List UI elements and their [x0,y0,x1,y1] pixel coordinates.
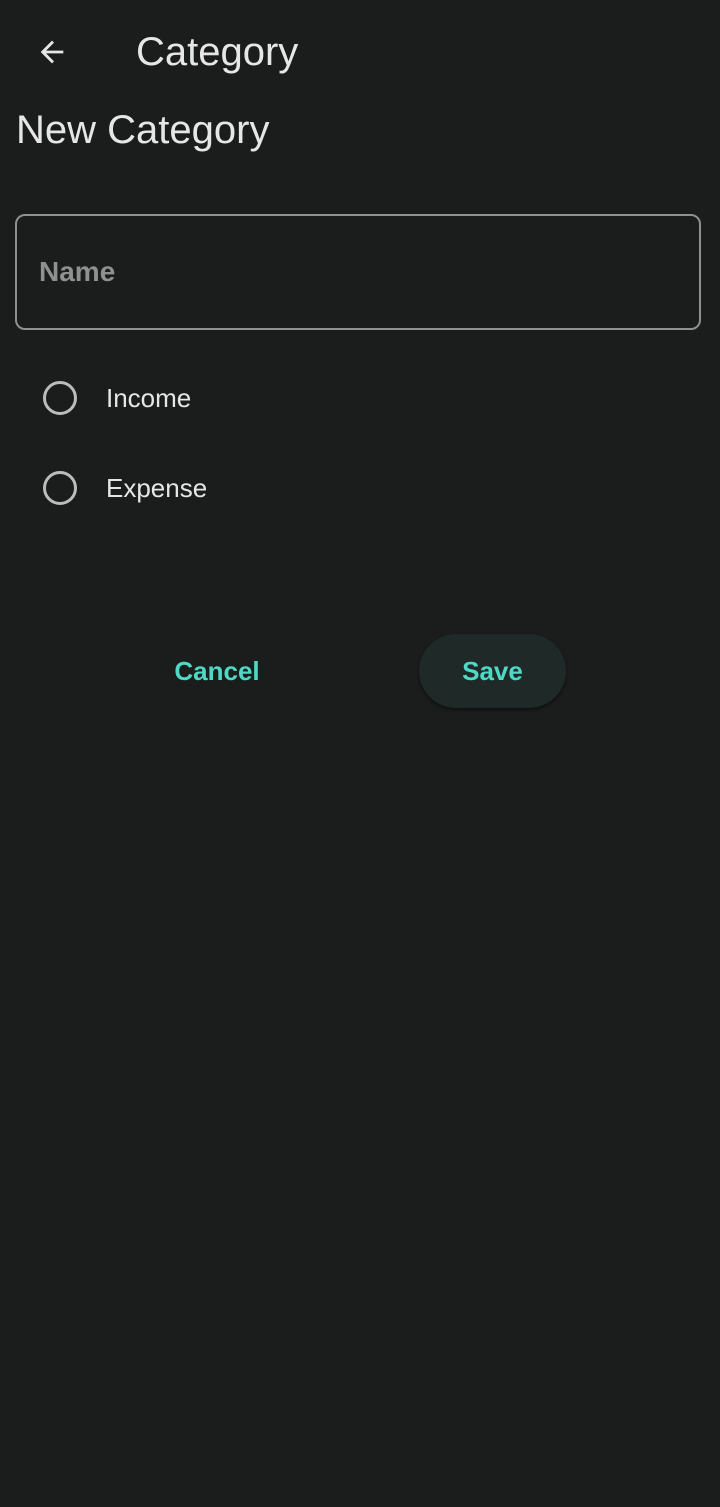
radio-option-income[interactable]: Income [26,365,326,431]
radio-option-expense[interactable]: Expense [26,455,326,521]
arrow-back-icon [40,40,64,64]
name-field[interactable] [15,214,701,330]
app-bar-title: Category [136,30,299,74]
back-button[interactable] [26,26,78,78]
radio-label-expense: Expense [106,473,208,503]
top-app-bar: Category [0,0,720,104]
name-input[interactable] [17,216,699,328]
radio-unchecked-icon[interactable] [43,471,77,505]
cancel-button[interactable]: Cancel [150,634,284,708]
radio-label-income: Income [106,383,192,413]
radio-unchecked-icon[interactable] [43,381,77,415]
save-button[interactable]: Save [419,634,566,708]
page-title: New Category [16,108,270,152]
